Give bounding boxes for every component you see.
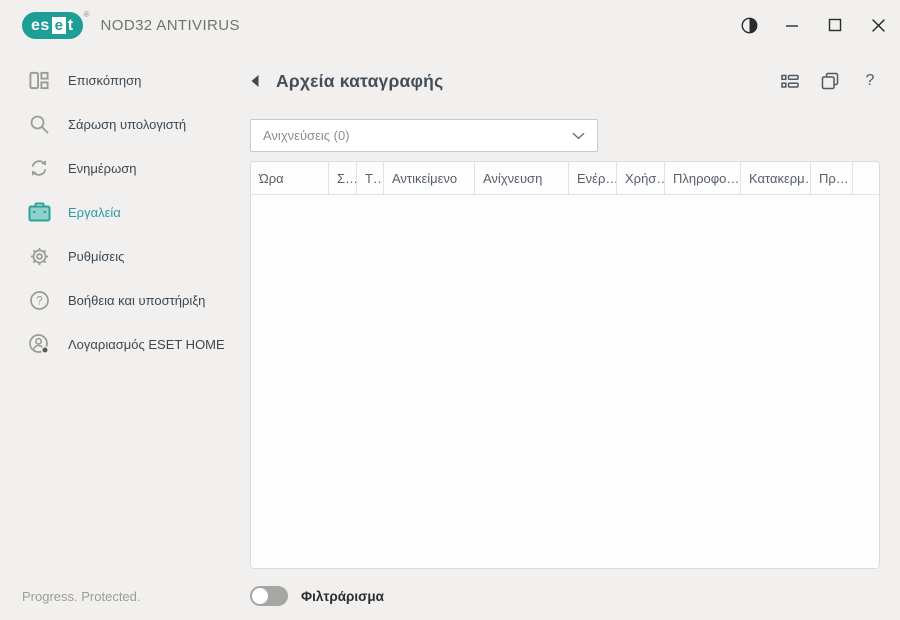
help-question-icon[interactable]: ? bbox=[860, 71, 880, 91]
list-view-icon[interactable] bbox=[780, 71, 800, 91]
column-header-detection[interactable]: Ανίχνευση bbox=[475, 162, 569, 194]
filtering-toggle[interactable] bbox=[250, 586, 288, 606]
column-header-object[interactable]: Αντικείμενο bbox=[384, 162, 475, 194]
logo-text-t: t bbox=[67, 16, 74, 34]
column-header-hash[interactable]: Κατακερμ… bbox=[741, 162, 811, 194]
product-name: NOD32 ANTIVIRUS bbox=[100, 16, 240, 34]
overview-dashboard-icon bbox=[27, 68, 51, 92]
computer-scan-search-icon bbox=[27, 112, 51, 136]
sidebar-item-label: Επισκόπηση bbox=[68, 72, 142, 88]
contrast-theme-icon[interactable] bbox=[739, 15, 759, 35]
main-content: Αρχεία καταγραφής ? Ανιχνεύσεις (0) Ώρα … bbox=[250, 58, 880, 606]
column-header-time[interactable]: Ώρα bbox=[251, 162, 329, 194]
eset-home-account-icon bbox=[27, 332, 51, 356]
registered-trademark: ® bbox=[83, 9, 90, 19]
sidebar-item-label: Ρυθμίσεις bbox=[68, 248, 125, 264]
copy-window-icon[interactable] bbox=[820, 71, 840, 91]
sidebar-item-label: Εργαλεία bbox=[68, 204, 121, 220]
column-header-user[interactable]: Χρήσ… bbox=[617, 162, 665, 194]
sidebar-item-tools[interactable]: Εργαλεία bbox=[0, 190, 250, 234]
sidebar-item-computer-scan[interactable]: Σάρωση υπολογιστή bbox=[0, 102, 250, 146]
update-refresh-icon bbox=[27, 156, 51, 180]
sidebar-item-settings[interactable]: Ρυθμίσεις bbox=[0, 234, 250, 278]
back-arrow-icon[interactable] bbox=[250, 74, 272, 88]
log-type-dropdown[interactable]: Ανιχνεύσεις (0) bbox=[250, 119, 598, 152]
minimize-icon[interactable] bbox=[782, 15, 802, 35]
filter-row: Φιλτράρισμα bbox=[250, 586, 880, 606]
svg-text:?: ? bbox=[36, 295, 42, 307]
log-table-header: Ώρα Σ… Τ… Αντικείμενο Ανίχνευση Ενέρ… Χρ… bbox=[251, 162, 879, 195]
page-title: Αρχεία καταγραφής bbox=[276, 70, 444, 91]
sidebar-nav: Επισκόπηση Σάρωση υπολογιστή Ενημέρωση Ε… bbox=[0, 58, 250, 366]
column-header-information[interactable]: Πληροφο… bbox=[665, 162, 741, 194]
sidebar-item-label: Σάρωση υπολογιστή bbox=[68, 116, 187, 132]
column-header-type[interactable]: Τ… bbox=[357, 162, 384, 194]
column-header-action[interactable]: Ενέρ… bbox=[569, 162, 617, 194]
settings-gear-icon bbox=[27, 244, 51, 268]
sidebar-item-label: Βοήθεια και υποστήριξη bbox=[68, 292, 206, 308]
sidebar-item-label: Λογαριασμός ESET HOME bbox=[68, 336, 225, 352]
column-header-first-seen[interactable]: Πρ… bbox=[811, 162, 853, 194]
log-type-dropdown-value: Ανιχνεύσεις (0) bbox=[263, 128, 350, 143]
toggle-knob bbox=[252, 588, 268, 604]
page-header: Αρχεία καταγραφής ? bbox=[250, 66, 880, 96]
column-header-spacer bbox=[853, 162, 879, 194]
log-table-body bbox=[251, 195, 879, 568]
filtering-label: Φιλτράρισμα bbox=[301, 588, 384, 604]
eset-logo: es e t ® bbox=[22, 9, 90, 39]
eset-tagline: Progress. Protected. bbox=[22, 589, 141, 604]
sidebar-item-eset-home-account[interactable]: Λογαριασμός ESET HOME bbox=[0, 322, 250, 366]
logo-text-e: e bbox=[51, 16, 66, 34]
sidebar-item-label: Ενημέρωση bbox=[68, 160, 137, 176]
titlebar: es e t ® NOD32 ANTIVIRUS bbox=[0, 0, 900, 50]
log-table: Ώρα Σ… Τ… Αντικείμενο Ανίχνευση Ενέρ… Χρ… bbox=[250, 161, 880, 569]
window-controls bbox=[739, 0, 888, 50]
eset-logo-pill: es e t bbox=[22, 11, 83, 39]
sidebar-item-overview[interactable]: Επισκόπηση bbox=[0, 58, 250, 102]
header-toolbar: ? bbox=[780, 71, 880, 91]
tools-toolbox-icon bbox=[27, 200, 51, 224]
maximize-icon[interactable] bbox=[825, 15, 845, 35]
column-header-severity[interactable]: Σ… bbox=[329, 162, 357, 194]
chevron-down-icon bbox=[572, 127, 585, 145]
close-icon[interactable] bbox=[868, 15, 888, 35]
sidebar-item-help-support[interactable]: ? Βοήθεια και υποστήριξη bbox=[0, 278, 250, 322]
logo-text-es: es bbox=[31, 16, 50, 34]
sidebar-item-update[interactable]: Ενημέρωση bbox=[0, 146, 250, 190]
help-support-icon: ? bbox=[27, 288, 51, 312]
